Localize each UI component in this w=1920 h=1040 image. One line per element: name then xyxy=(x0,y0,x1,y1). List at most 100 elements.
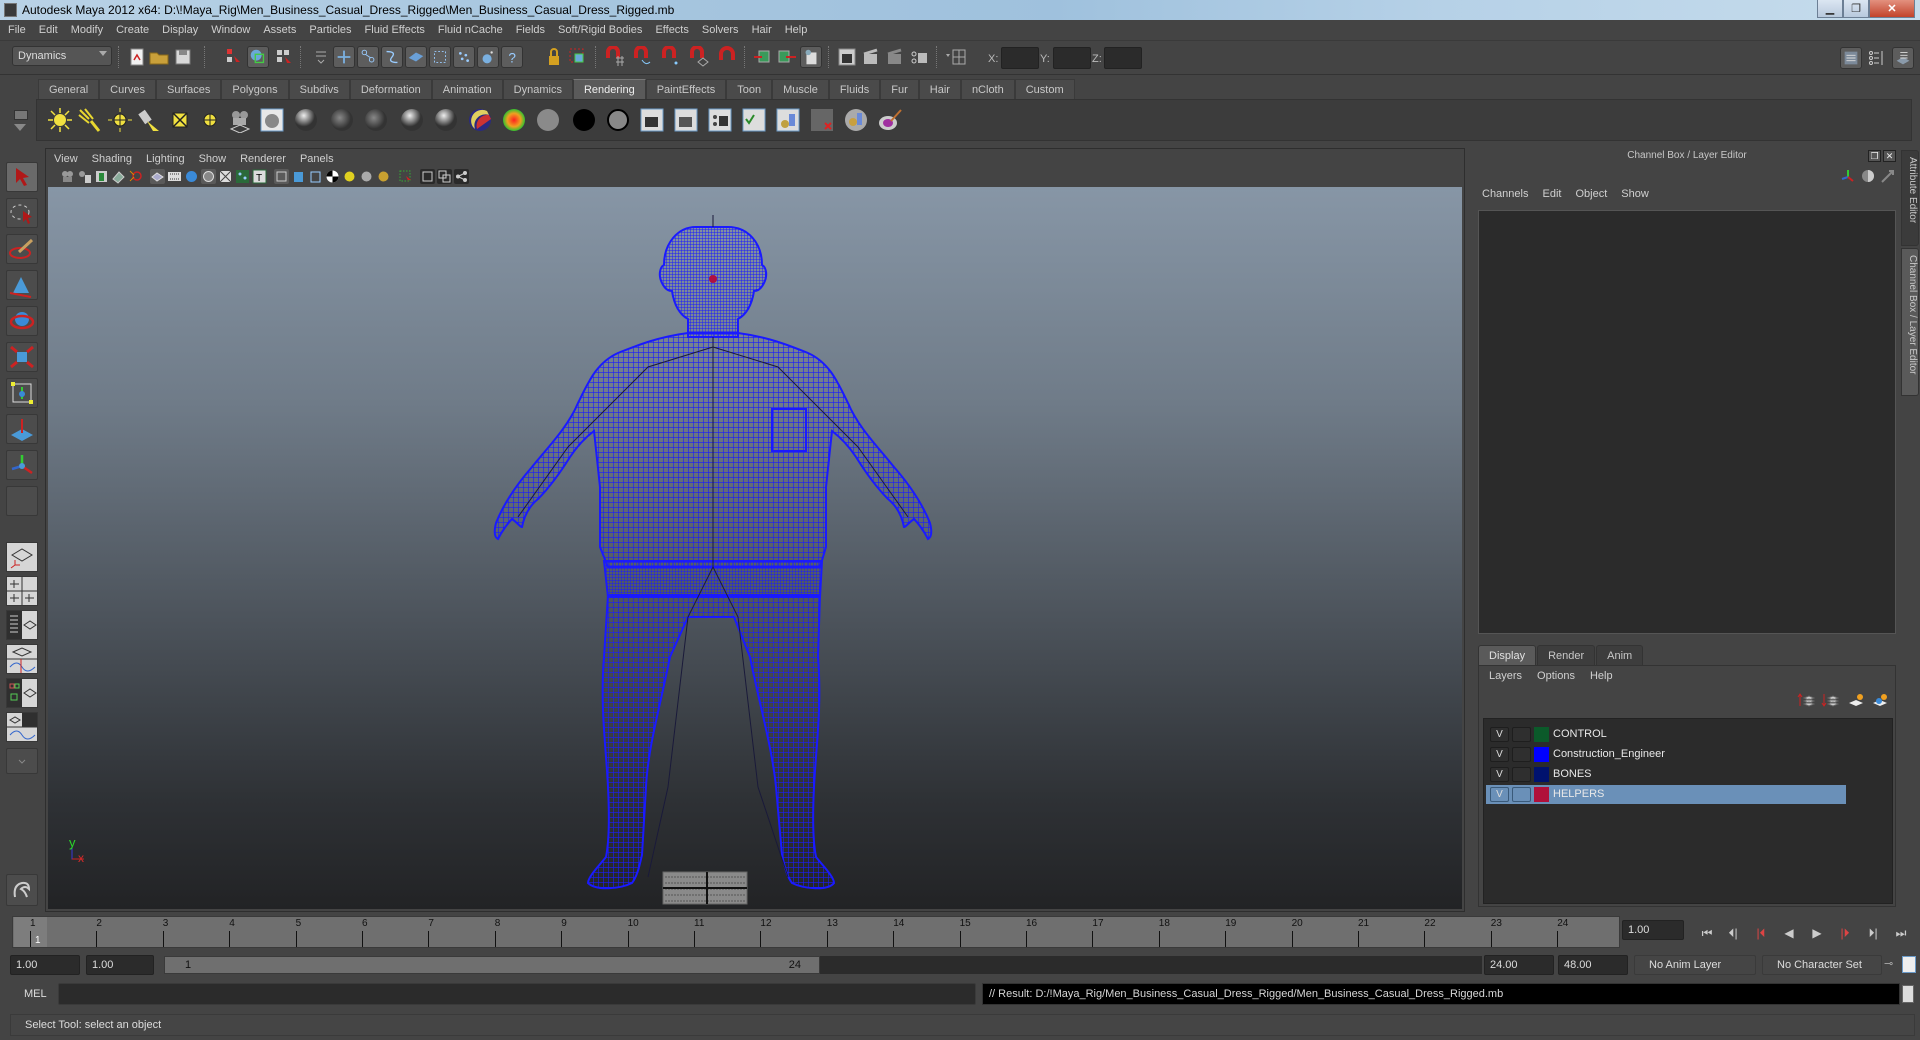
animation-end-field[interactable]: 48.00 xyxy=(1558,955,1628,975)
layout-single-perspective[interactable] xyxy=(6,542,38,572)
animation-preferences-icon[interactable] xyxy=(1902,956,1916,973)
playback-end-field[interactable]: 24.00 xyxy=(1484,955,1554,975)
layer-row-construction-engineer[interactable]: V Construction_Engineer xyxy=(1486,745,1846,764)
layer-visibility-toggle[interactable]: V xyxy=(1490,787,1509,802)
cb-menu-channels[interactable]: Channels xyxy=(1482,188,1528,200)
shelf-tab-ncloth[interactable]: nCloth xyxy=(960,79,1015,99)
menu-file[interactable]: File xyxy=(8,24,26,36)
layer-display-type-toggle[interactable] xyxy=(1512,787,1531,802)
shelf-tab-toon[interactable]: Toon xyxy=(726,79,773,99)
use-background-icon[interactable] xyxy=(571,107,597,133)
viewport-menu-shading[interactable]: Shading xyxy=(92,153,132,165)
shelf-tab-polygons[interactable]: Polygons xyxy=(221,79,289,99)
paint-tool-icon[interactable] xyxy=(877,107,903,133)
step-forward-frame-button[interactable]: |⏵ xyxy=(1836,925,1854,941)
layout-persp-graph[interactable] xyxy=(6,644,38,674)
select-tool[interactable] xyxy=(6,162,38,192)
textured-icon[interactable]: T xyxy=(252,169,267,184)
snap-to-points-icon[interactable] xyxy=(660,46,682,68)
shelf-tabs-dropdown-icon[interactable] xyxy=(14,124,26,131)
menu-help[interactable]: Help xyxy=(785,24,808,36)
layer-display-type-toggle[interactable] xyxy=(1512,747,1531,762)
viewport-menu-view[interactable]: View xyxy=(54,153,78,165)
render-current-frame-icon[interactable] xyxy=(860,46,882,68)
layout-hypershade-persp[interactable] xyxy=(6,678,38,708)
select-curves-icon[interactable] xyxy=(381,46,403,68)
menu-effects[interactable]: Effects xyxy=(655,24,688,36)
layer-tab-render[interactable]: Render xyxy=(1537,645,1596,665)
menu-fluid-effects[interactable]: Fluid Effects xyxy=(365,24,425,36)
step-back-key-button[interactable]: ⏴| xyxy=(1724,925,1742,941)
shelf-tab-deformation[interactable]: Deformation xyxy=(349,79,432,99)
shelf-tab-hair[interactable]: Hair xyxy=(918,79,961,99)
share-icon[interactable] xyxy=(454,169,469,184)
snap-to-curves-icon[interactable] xyxy=(632,46,654,68)
shelf-tab-general[interactable]: General xyxy=(38,79,100,99)
layer-visibility-toggle[interactable]: V xyxy=(1490,747,1509,762)
shelf-tab-rendering[interactable]: Rendering xyxy=(572,79,646,99)
speed-icon[interactable] xyxy=(1860,168,1876,184)
move-layer-up-icon[interactable] xyxy=(1797,692,1815,708)
layer-color-swatch[interactable] xyxy=(1534,787,1549,802)
paint-select-tool[interactable] xyxy=(6,234,38,264)
show-attribute-editor-icon[interactable] xyxy=(1840,47,1862,69)
layer-visibility-toggle[interactable]: V xyxy=(1490,727,1509,742)
layer-visibility-toggle[interactable]: V xyxy=(1490,767,1509,782)
batch-render-icon[interactable] xyxy=(707,107,733,133)
shelf-tab-animation[interactable]: Animation xyxy=(431,79,503,99)
anisotropic-icon[interactable] xyxy=(433,107,459,133)
shelf-menu-button[interactable] xyxy=(14,110,28,120)
tab-channel-box-layer-editor[interactable]: Channel Box / Layer Editor xyxy=(1901,248,1919,396)
show-channel-box-icon[interactable] xyxy=(1892,47,1914,69)
auto-key-icon[interactable]: ⊸ xyxy=(1884,957,1893,970)
lasso-tool[interactable] xyxy=(6,198,38,228)
camera-icon[interactable] xyxy=(227,107,253,133)
z-field[interactable] xyxy=(1104,47,1142,69)
menu-display[interactable]: Display xyxy=(162,24,198,36)
viewport-menu-lighting[interactable]: Lighting xyxy=(146,153,185,165)
render-settings-icon[interactable] xyxy=(741,107,767,133)
layout-more-button[interactable] xyxy=(6,748,38,774)
image-plane-icon[interactable] xyxy=(111,169,126,184)
play-backwards-button[interactable]: ◀ xyxy=(1780,925,1798,941)
menu-solvers[interactable]: Solvers xyxy=(702,24,739,36)
shaded-wireframe-icon[interactable] xyxy=(308,169,323,184)
shelf-tab-custom[interactable]: Custom xyxy=(1014,79,1075,99)
y-field[interactable] xyxy=(1053,47,1091,69)
lambert-icon[interactable] xyxy=(329,107,355,133)
select-surfaces-icon[interactable] xyxy=(405,46,427,68)
menu-assets[interactable]: Assets xyxy=(263,24,296,36)
command-input[interactable] xyxy=(58,983,976,1005)
menu-particles[interactable]: Particles xyxy=(309,24,351,36)
shelf-tab-painteffects[interactable]: PaintEffects xyxy=(645,79,727,99)
frame-all-icon[interactable] xyxy=(437,169,452,184)
render-settings-icon[interactable] xyxy=(908,46,930,68)
wireframe-toggle-icon[interactable] xyxy=(150,169,165,184)
open-scene-icon[interactable] xyxy=(148,46,170,68)
move-tool[interactable] xyxy=(6,270,38,300)
phonge-icon[interactable] xyxy=(399,107,425,133)
layer-color-swatch[interactable] xyxy=(1534,727,1549,742)
isolate-select-icon[interactable] xyxy=(274,169,289,184)
create-empty-layer-icon[interactable] xyxy=(1847,692,1865,708)
layer-display-type-toggle[interactable] xyxy=(1512,727,1531,742)
snap-to-view-planes-icon[interactable] xyxy=(688,46,710,68)
layer-row-helpers[interactable]: V HELPERS xyxy=(1486,785,1846,804)
cb-menu-edit[interactable]: Edit xyxy=(1542,188,1561,200)
bookmarks-icon[interactable] xyxy=(94,169,109,184)
select-by-component-type-icon[interactable] xyxy=(273,46,295,68)
select-deformations-icon[interactable] xyxy=(429,46,451,68)
close-button[interactable]: ✕ xyxy=(1869,0,1915,18)
cb-menu-object[interactable]: Object xyxy=(1575,188,1607,200)
mesh-legs[interactable] xyxy=(586,594,836,890)
le-menu-options[interactable]: Options xyxy=(1537,670,1575,682)
input-operations-icon[interactable] xyxy=(752,46,774,68)
menu-hair[interactable]: Hair xyxy=(752,24,772,36)
step-forward-key-button[interactable]: ⏵| xyxy=(1864,925,1882,941)
volume-light-icon[interactable] xyxy=(197,107,223,133)
resolution-gate-icon[interactable] xyxy=(167,169,182,184)
script-language-toggle[interactable]: MEL xyxy=(24,988,47,1000)
select-mask-icon[interactable] xyxy=(310,46,332,68)
hyper-arrow-icon[interactable] xyxy=(1880,168,1896,184)
create-layer-from-selected-icon[interactable] xyxy=(1871,692,1889,708)
